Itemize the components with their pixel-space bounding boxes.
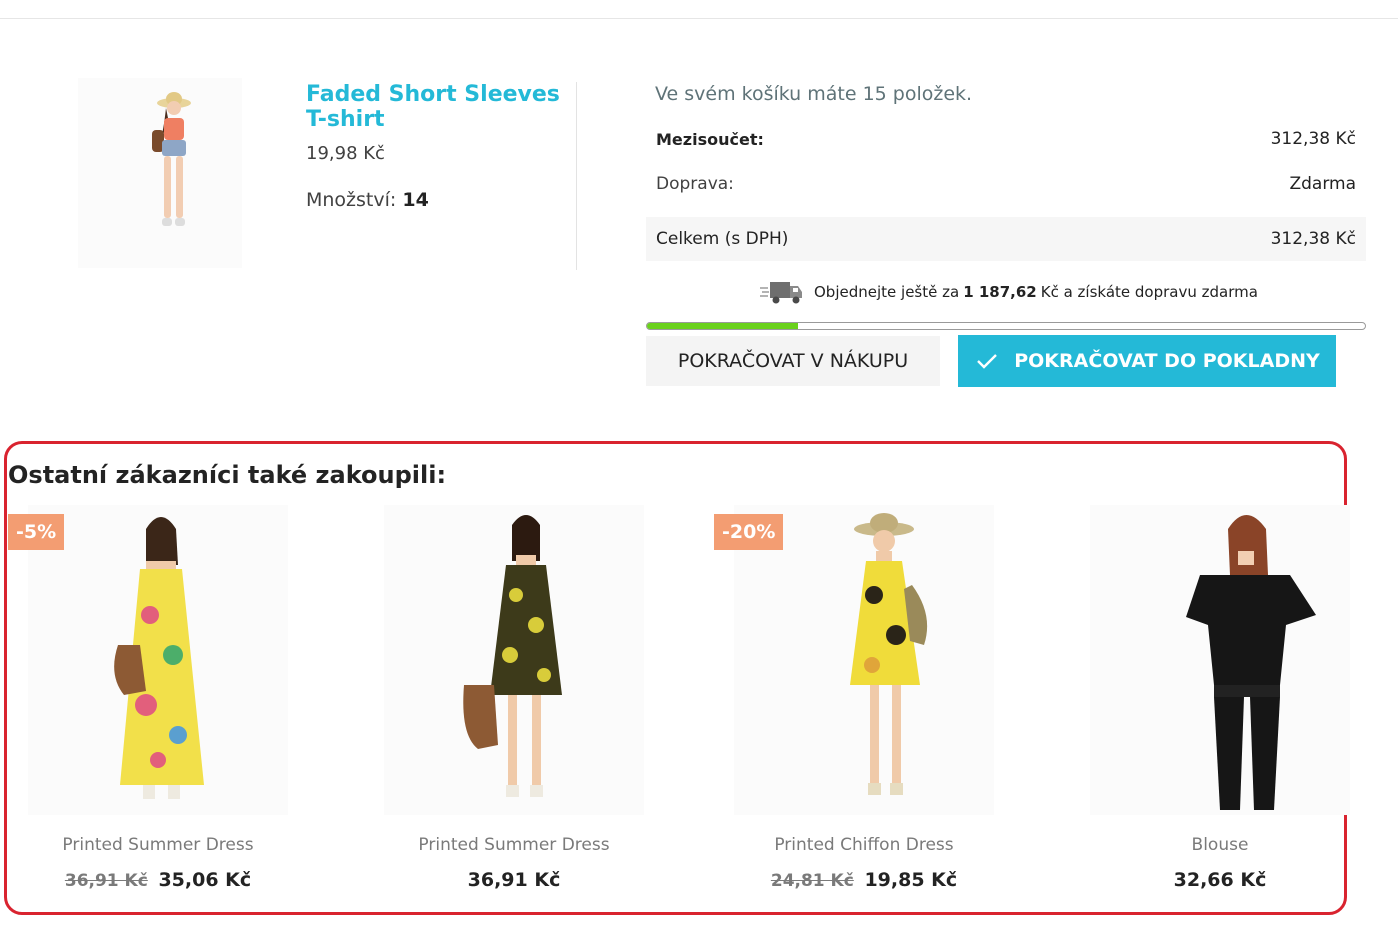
free-shipping-suffix: Kč a získáte dopravu zdarma — [1040, 283, 1258, 301]
recommendations-title: Ostatní zákazníci také zakoupili: — [8, 461, 447, 489]
product-card-prices: 32,66 Kč — [1070, 869, 1370, 891]
total-row: Celkem (s DPH) 312,38 Kč — [646, 217, 1366, 261]
product-card[interactable]: -5% Printed Summer Dress 36,91 Kč 35,06 … — [8, 505, 348, 905]
product-card-image[interactable] — [384, 505, 644, 815]
column-divider — [576, 82, 577, 270]
current-price: 19,85 Kč — [864, 869, 958, 891]
delivery-truck-icon — [760, 278, 804, 306]
product-card-prices: 36,91 Kč 35,06 Kč — [8, 869, 308, 891]
product-price: 19,98 Kč — [306, 143, 385, 164]
product-name[interactable]: Faded Short Sleeves T-shirt — [306, 82, 566, 132]
product-card-prices: 24,81 Kč 19,85 Kč — [714, 869, 1014, 891]
discount-badge: -20% — [714, 514, 784, 550]
free-shipping-notice: Objednejte ještě za 1 187,62 Kč a získát… — [760, 278, 1258, 306]
product-card-name[interactable]: Printed Chiffon Dress — [714, 835, 1014, 855]
current-price: 35,06 Kč — [158, 869, 252, 891]
current-price: 36,91 Kč — [467, 869, 561, 891]
free-shipping-progress-bar — [646, 322, 1366, 330]
product-card[interactable]: Printed Summer Dress 36,91 Kč — [364, 505, 704, 905]
checkout-label: POKRAČOVAT DO POKLADNY — [1014, 350, 1320, 372]
top-divider — [0, 18, 1398, 19]
product-card-name[interactable]: Printed Summer Dress — [8, 835, 308, 855]
shipping-label: Doprava: — [656, 174, 734, 194]
quantity-value: 14 — [402, 189, 429, 211]
product-card-image[interactable] — [28, 505, 288, 815]
product-image — [78, 78, 242, 268]
quantity-label: Množství: — [306, 189, 397, 211]
product-card-image[interactable] — [1090, 505, 1350, 815]
product-card-name[interactable]: Blouse — [1070, 835, 1370, 855]
product-card[interactable]: -20% Printed Chiffon Dress 24,81 Kč 19,8… — [714, 505, 1054, 905]
old-price: 36,91 Kč — [64, 871, 148, 891]
subtotal-value: 312,38 Kč — [1270, 129, 1356, 149]
product-card-name[interactable]: Printed Summer Dress — [364, 835, 664, 855]
shipping-value: Zdarma — [1289, 174, 1356, 194]
product-card-image[interactable] — [734, 505, 994, 815]
subtotal-label: Mezisoučet: — [656, 129, 764, 149]
discount-badge: -5% — [8, 514, 65, 550]
checkmark-icon — [974, 353, 1000, 369]
total-label: Celkem (s DPH) — [656, 229, 789, 249]
current-price: 32,66 Kč — [1173, 869, 1267, 891]
product-card[interactable]: Blouse 32,66 Kč — [1070, 505, 1398, 905]
subtotal-row: Mezisoučet: 312,38 Kč — [646, 117, 1366, 161]
proceed-to-checkout-button[interactable]: POKRAČOVAT DO POKLADNY — [958, 335, 1336, 387]
progress-fill — [647, 323, 798, 329]
old-price: 24,81 Kč — [770, 871, 854, 891]
free-shipping-amount: 1 187,62 — [963, 283, 1037, 301]
shipping-row: Doprava: Zdarma — [646, 162, 1366, 206]
product-quantity: Množství: 14 — [306, 189, 429, 211]
free-shipping-prefix: Objednejte ještě za — [814, 283, 960, 301]
continue-shopping-button[interactable]: POKRAČOVAT V NÁKUPU — [646, 336, 940, 386]
cart-count-text: Ve svém košíku máte 15 položek. — [655, 83, 973, 105]
product-card-prices: 36,91 Kč — [364, 869, 664, 891]
continue-shopping-label: POKRAČOVAT V NÁKUPU — [677, 350, 909, 372]
total-value: 312,38 Kč — [1270, 229, 1356, 249]
